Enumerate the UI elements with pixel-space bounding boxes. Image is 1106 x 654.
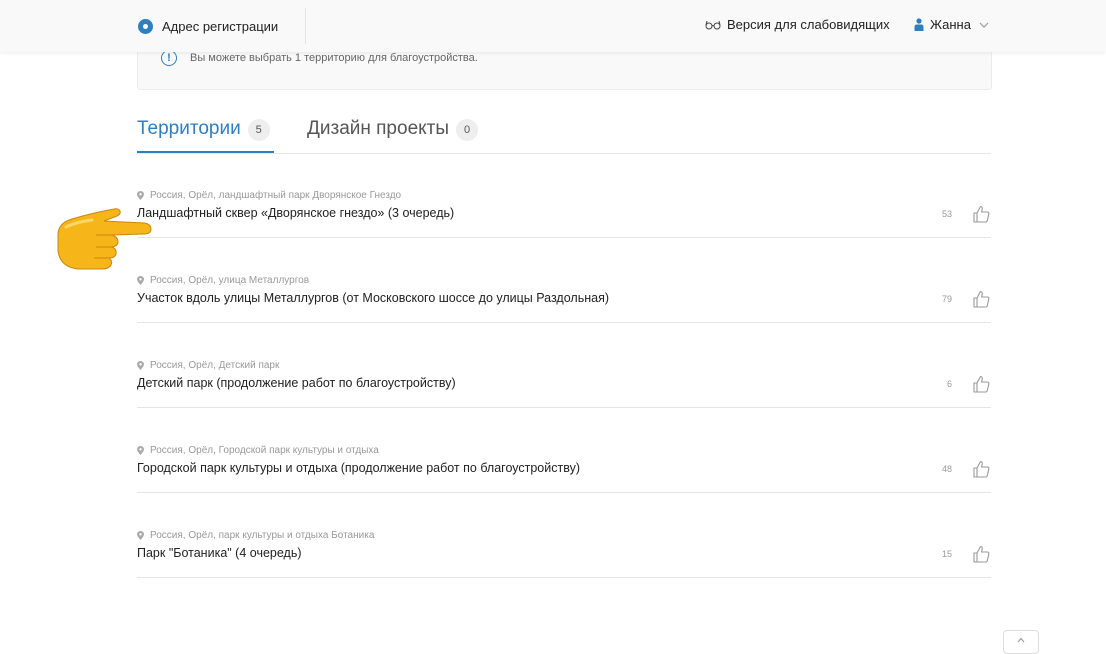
thumbs-up-icon[interactable] bbox=[973, 290, 990, 308]
item-location-text: Россия, Орёл, Городской парк культуры и … bbox=[150, 445, 379, 456]
item-title[interactable]: Городской парк культуры и отдыха (продол… bbox=[137, 461, 580, 475]
vote-count: 79 bbox=[941, 294, 952, 304]
item-location-text: Россия, Орёл, ландшафтный парк Дворянско… bbox=[150, 190, 402, 201]
list-item[interactable]: Россия, Орёл, Детский парк Детский парк … bbox=[137, 323, 991, 408]
location-pin-icon bbox=[137, 531, 144, 540]
list-item[interactable]: Россия, Орёл, улица Металлургов Участок … bbox=[137, 238, 991, 323]
vote-count: 53 bbox=[941, 209, 952, 219]
user-menu[interactable]: Жанна bbox=[914, 17, 989, 32]
top-bar: Адрес регистрации Версия для слабовидящи… bbox=[0, 0, 1106, 52]
accessibility-version-link[interactable]: Версия для слабовидящих bbox=[705, 17, 890, 32]
location-pin-icon bbox=[137, 276, 144, 285]
item-title[interactable]: Ландшафтный сквер «Дворянское гнездо» (3… bbox=[137, 206, 454, 220]
item-location-text: Россия, Орёл, парк культуры и отдыха Бот… bbox=[150, 530, 375, 541]
item-location: Россия, Орёл, Городской парк культуры и … bbox=[137, 445, 379, 456]
tab-territories-label: Территории bbox=[137, 118, 241, 139]
list-item[interactable]: Россия, Орёл, Городской парк культуры и … bbox=[137, 408, 991, 493]
item-location: Россия, Орёл, ландшафтный парк Дворянско… bbox=[137, 190, 401, 201]
territory-list: Россия, Орёл, ландшафтный парк Дворянско… bbox=[137, 153, 991, 578]
thumbs-up-icon[interactable] bbox=[973, 460, 990, 478]
vote-count: 6 bbox=[946, 379, 952, 389]
radio-icon bbox=[138, 18, 153, 34]
header-divider bbox=[305, 8, 306, 44]
location-pin-icon bbox=[137, 361, 144, 370]
item-location-text: Россия, Орёл, Детский парк bbox=[150, 360, 280, 371]
list-item[interactable]: Россия, Орёл, парк культуры и отдыха Бот… bbox=[137, 493, 991, 578]
item-location: Россия, Орёл, Детский парк bbox=[137, 360, 279, 371]
item-location: Россия, Орёл, улица Металлургов bbox=[137, 275, 309, 286]
person-icon bbox=[914, 18, 924, 31]
item-location: Россия, Орёл, парк культуры и отдыха Бот… bbox=[137, 530, 374, 541]
info-icon: ! bbox=[161, 50, 177, 66]
item-title[interactable]: Детский парк (продолжение работ по благо… bbox=[137, 376, 456, 390]
location-pin-icon bbox=[137, 191, 144, 200]
item-location-text: Россия, Орёл, улица Металлургов bbox=[150, 275, 310, 286]
item-title[interactable]: Парк "Ботаника" (4 очередь) bbox=[137, 546, 302, 560]
registration-address-label: Адрес регистрации bbox=[162, 18, 279, 34]
chevron-down-icon bbox=[979, 22, 989, 28]
tab-territories[interactable]: Территории 5 bbox=[137, 118, 274, 153]
vote-count: 15 bbox=[941, 549, 952, 559]
location-pin-icon bbox=[137, 446, 144, 455]
item-title[interactable]: Участок вдоль улицы Металлургов (от Моск… bbox=[137, 291, 609, 305]
glasses-icon bbox=[705, 20, 721, 29]
tabs-bar: Территории 5 Дизайн проекты 0 bbox=[137, 118, 991, 154]
arrow-up-icon bbox=[1017, 637, 1025, 643]
scroll-to-top-button[interactable] bbox=[1003, 630, 1039, 654]
accessibility-version-label: Версия для слабовидящих bbox=[727, 17, 890, 32]
tab-design-projects[interactable]: Дизайн проекты 0 bbox=[307, 118, 479, 152]
tab-design-projects-label: Дизайн проекты bbox=[307, 118, 450, 139]
list-item[interactable]: Россия, Орёл, ландшафтный парк Дворянско… bbox=[137, 153, 991, 238]
vote-count: 48 bbox=[941, 464, 952, 474]
user-name: Жанна bbox=[930, 17, 971, 32]
thumbs-up-icon[interactable] bbox=[973, 545, 990, 563]
thumbs-up-icon[interactable] bbox=[973, 205, 990, 223]
pointing-hand-icon bbox=[57, 208, 152, 270]
registration-address-toggle[interactable]: Адрес регистрации bbox=[138, 17, 278, 35]
notice-text: Вы можете выбрать 1 территорию для благо… bbox=[190, 52, 478, 64]
tab-design-projects-count: 0 bbox=[456, 119, 479, 141]
tab-territories-count: 5 bbox=[247, 119, 270, 141]
thumbs-up-icon[interactable] bbox=[973, 375, 990, 393]
